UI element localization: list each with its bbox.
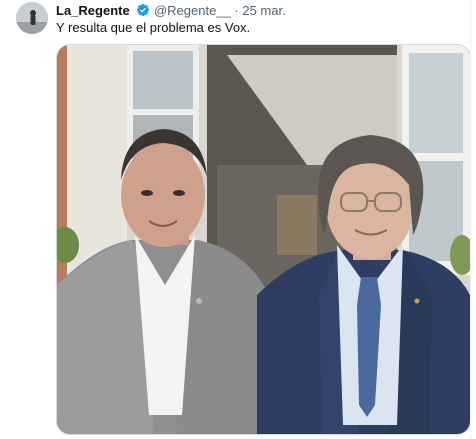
avatar[interactable] — [16, 2, 48, 34]
timeline-divider — [470, 0, 471, 439]
timestamp[interactable]: 25 mar. — [242, 3, 285, 18]
tweet-card[interactable]: La_Regente @Regente__ · 25 mar. Y result… — [0, 0, 476, 439]
tweet-photo[interactable] — [56, 44, 471, 435]
separator-dot: · — [234, 3, 239, 18]
photo-icon — [57, 45, 470, 434]
avatar-icon — [16, 2, 48, 34]
display-name[interactable]: La_Regente — [56, 3, 130, 18]
tweet-header: La_Regente @Regente__ · 25 mar. — [56, 3, 286, 19]
tweet-text: Y resulta que el problema es Vox. — [56, 20, 251, 35]
handle[interactable]: @Regente__ — [154, 3, 231, 18]
verified-badge-icon — [137, 4, 150, 16]
